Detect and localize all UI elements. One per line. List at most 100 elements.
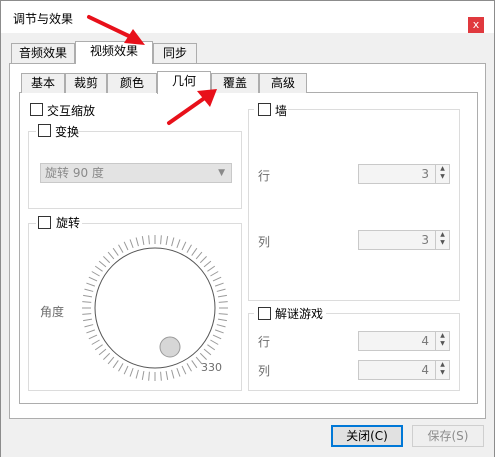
- transform-checkbox[interactable]: [38, 124, 51, 137]
- puzzle-cols-label: 列: [258, 364, 271, 378]
- dial-tick: [160, 371, 162, 381]
- button-bar: 关闭(C) 保存(S): [1, 419, 494, 457]
- subtab-basic[interactable]: 基本: [21, 73, 65, 93]
- wall-cols-value: 3: [421, 233, 429, 247]
- dial-tick: [118, 363, 124, 372]
- puzzle-cols-spinner[interactable]: 4 ▲ ▼: [358, 360, 450, 380]
- tab-label: 视频效果: [89, 44, 138, 58]
- dial-tick: [203, 260, 212, 268]
- puzzle-label: 解谜游戏: [275, 307, 324, 321]
- wall-rows-spinner[interactable]: 3 ▲ ▼: [358, 164, 450, 184]
- interactive-zoom-label: 交互缩放: [47, 104, 96, 118]
- dial-tick: [212, 334, 222, 340]
- dial-tick: [181, 365, 187, 375]
- close-button-label: 关闭(C): [346, 429, 388, 443]
- puzzle-rows-spinner[interactable]: 4 ▲ ▼: [358, 331, 450, 351]
- dial-tick: [181, 241, 187, 251]
- dial-tick: [88, 334, 98, 340]
- transform-select-value: 旋转 90 度: [45, 166, 104, 180]
- dial-tick: [165, 370, 169, 380]
- dial-tick: [123, 365, 129, 375]
- subtab-crop[interactable]: 裁剪: [65, 73, 107, 93]
- subtab-color[interactable]: 颜色: [107, 73, 157, 93]
- subtab-label: 几何: [171, 74, 196, 88]
- dial-tick: [91, 339, 100, 345]
- dial-tick: [103, 352, 111, 360]
- transform-label: 变换: [55, 125, 80, 139]
- save-button[interactable]: 保存(S): [412, 425, 484, 447]
- dial-tick: [148, 371, 150, 381]
- wall-cols-spinner[interactable]: 3 ▲ ▼: [358, 230, 450, 250]
- rotate-checkbox[interactable]: [38, 216, 51, 229]
- subtab-overlay[interactable]: 覆盖: [211, 73, 259, 93]
- interactive-zoom-checkbox[interactable]: [30, 103, 43, 116]
- subtab-label: 高级: [270, 76, 295, 90]
- dial-tick: [186, 363, 192, 372]
- dial-tick: [186, 244, 192, 253]
- subtab-label: 颜色: [119, 76, 144, 90]
- dial-tick: [216, 324, 226, 328]
- dial-tick: [207, 344, 216, 351]
- dial-tick: [112, 360, 119, 369]
- dial-tick: [98, 260, 107, 268]
- puzzle-cols-value: 4: [421, 363, 429, 377]
- dial-tick: [84, 324, 94, 328]
- chevron-down-icon: ▼: [218, 168, 225, 178]
- dial-face: [94, 247, 216, 369]
- dial-tick: [107, 356, 115, 365]
- spin-arrows-icon[interactable]: ▲ ▼: [435, 231, 449, 249]
- tab-sync[interactable]: 同步: [153, 43, 197, 63]
- spin-arrows-icon[interactable]: ▲ ▼: [435, 165, 449, 183]
- dial-tick: [176, 239, 181, 249]
- dial-tick: [191, 360, 198, 369]
- dial-tick: [176, 367, 181, 377]
- dial-tick: [86, 329, 96, 334]
- dial-tick: [123, 241, 129, 251]
- dial-tick: [83, 318, 93, 322]
- dial-tick: [148, 235, 150, 245]
- geometry-panel: 交互缩放 变换 旋转 90 度 ▼ 旋转 角度 330 墙 行 3 ▲ ▼ 列 …: [19, 92, 478, 404]
- wall-group: [248, 109, 460, 301]
- subtab-label: 基本: [30, 76, 55, 90]
- angle-label: 角度: [40, 305, 65, 319]
- tab-audio-effects[interactable]: 音频效果: [11, 43, 75, 63]
- dial-tick: [83, 294, 93, 298]
- dial-tick: [214, 282, 224, 287]
- puzzle-rows-value: 4: [421, 334, 429, 348]
- dial-tick: [118, 244, 124, 253]
- spin-arrows-icon[interactable]: ▲ ▼: [435, 361, 449, 379]
- dial-tick: [212, 276, 222, 282]
- dial-knob[interactable]: [159, 336, 181, 358]
- dial-tick: [135, 237, 139, 247]
- subtab-advanced[interactable]: 高级: [259, 73, 307, 93]
- spin-arrows-icon[interactable]: ▲ ▼: [435, 332, 449, 350]
- dial-tick: [199, 352, 207, 360]
- close-button[interactable]: 关闭(C): [331, 425, 403, 447]
- wall-rows-label: 行: [258, 169, 271, 183]
- tab-label: 同步: [162, 46, 187, 60]
- tab-video-effects[interactable]: 视频效果: [75, 41, 153, 64]
- wall-label: 墙: [275, 104, 288, 118]
- dial-tick: [214, 329, 224, 334]
- dial-tick: [141, 236, 145, 246]
- wall-checkbox[interactable]: [258, 103, 271, 116]
- dial-tick: [203, 348, 212, 356]
- dial-tick: [171, 237, 175, 247]
- transform-select[interactable]: 旋转 90 度 ▼: [40, 163, 232, 183]
- dial-tick: [94, 265, 103, 272]
- puzzle-rows-label: 行: [258, 335, 271, 349]
- close-icon[interactable]: x: [468, 17, 484, 33]
- dial-tick: [191, 247, 198, 256]
- title-bar: 调节与效果 x: [1, 1, 494, 33]
- dial-tick: [218, 301, 228, 303]
- dial-tick: [91, 271, 100, 277]
- dial-tick: [207, 265, 216, 272]
- dial-tick: [217, 318, 227, 322]
- dial-tick: [171, 369, 175, 379]
- dial-tick: [98, 348, 107, 356]
- subtab-geometry[interactable]: 几何: [157, 71, 211, 94]
- tab-label: 音频效果: [18, 46, 67, 60]
- window-title: 调节与效果: [13, 12, 74, 26]
- puzzle-checkbox[interactable]: [258, 307, 271, 320]
- dial-tick: [107, 251, 115, 260]
